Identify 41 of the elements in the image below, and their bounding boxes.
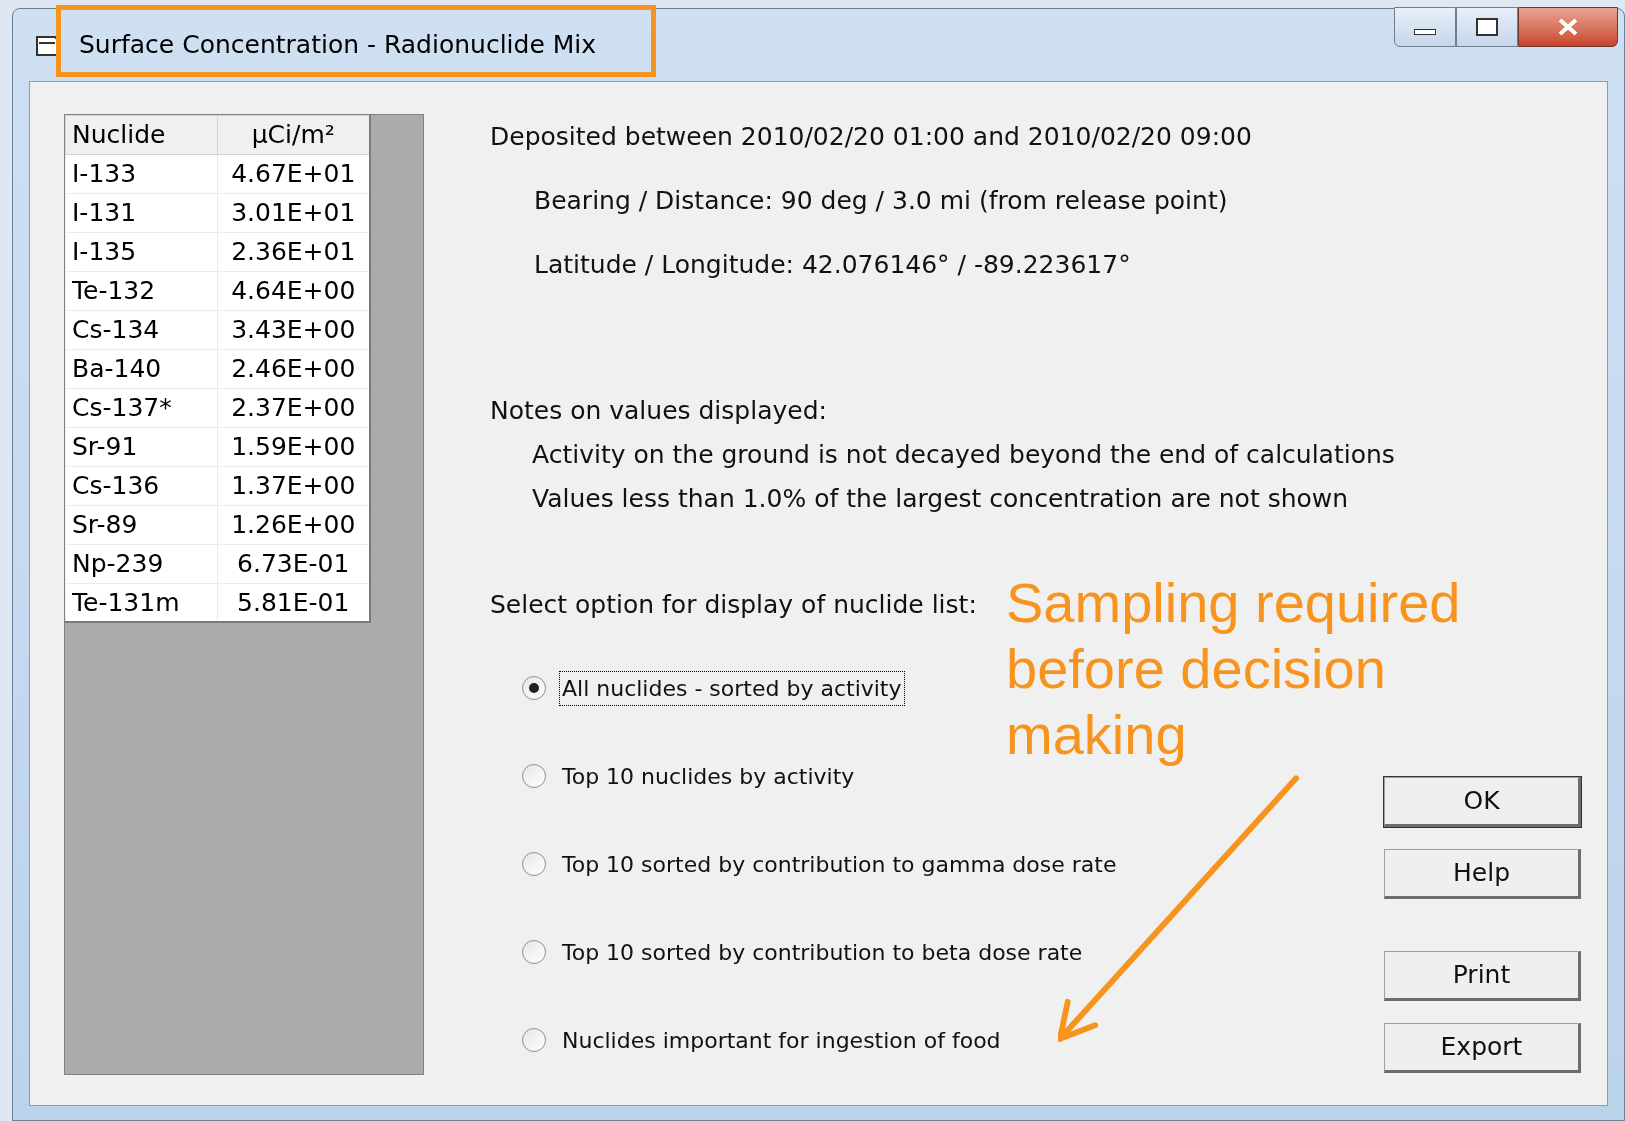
- bearing-distance: Bearing / Distance: 90 deg / 3.0 mi (from release point): [534, 185, 1229, 217]
- radio-button[interactable]: [522, 940, 546, 964]
- table-cell: I-131: [65, 193, 218, 232]
- radio-button[interactable]: [522, 676, 546, 700]
- table-cell: Np-239: [65, 544, 218, 583]
- table-cell: I-135: [65, 232, 218, 271]
- table-cell: Te-132: [65, 271, 218, 310]
- close-button[interactable]: [1518, 7, 1618, 47]
- notes-heading: Notes on values displayed:: [490, 395, 828, 427]
- table-cell: Cs-134: [65, 310, 218, 349]
- latitude-longitude: Latitude / Longitude: 42.076146° / -89.223617°: [534, 249, 1132, 281]
- column-header[interactable]: Nuclide: [65, 115, 218, 154]
- maximize-button[interactable]: [1456, 7, 1518, 47]
- radio-label[interactable]: Top 10 sorted by contribution to gamma dose rate: [560, 847, 1119, 881]
- column-header[interactable]: µCi/m²: [217, 115, 370, 154]
- minimize-button[interactable]: [1394, 7, 1456, 47]
- note-text: Values less than 1.0% of the largest concentration are not shown: [532, 483, 1350, 515]
- table-cell: Cs-136: [65, 466, 218, 505]
- radio-label[interactable]: All nuclides - sorted by activity: [560, 671, 904, 705]
- options-heading: Select option for display of nuclide list:: [490, 589, 977, 621]
- close-icon: [1557, 18, 1579, 36]
- table-cell: Ba-140: [65, 349, 218, 388]
- radio-button[interactable]: [522, 852, 546, 876]
- table-cell: Te-131m: [65, 583, 218, 622]
- dialog-button[interactable]: Export: [1384, 1023, 1581, 1073]
- table-cell: Cs-137*: [65, 388, 218, 427]
- dialog-button[interactable]: OK: [1384, 777, 1581, 827]
- table-cell: I-133: [65, 154, 218, 193]
- table-cell: Sr-89: [65, 505, 218, 544]
- dialog-button[interactable]: Print: [1384, 951, 1581, 1001]
- annotation-text: Sampling required before decision making: [1006, 570, 1462, 768]
- note-text: Activity on the ground is not decayed beyond the end of calculations: [532, 439, 1396, 471]
- dialog-button[interactable]: Help: [1384, 849, 1581, 899]
- radio-label[interactable]: Top 10 nuclides by activity: [560, 759, 857, 793]
- radio-label[interactable]: Nuclides important for ingestion of food: [560, 1023, 1003, 1057]
- deposition-period: Deposited between 2010/02/20 01:00 and 2010/02/20 09:00: [490, 121, 1253, 153]
- radio-button[interactable]: [522, 1028, 546, 1052]
- window-title: Surface Concentration - Radionuclide Mix: [79, 29, 597, 62]
- table-cell: Sr-91: [65, 427, 218, 466]
- radio-label[interactable]: Top 10 sorted by contribution to beta dose rate: [560, 935, 1085, 969]
- radio-button[interactable]: [522, 764, 546, 788]
